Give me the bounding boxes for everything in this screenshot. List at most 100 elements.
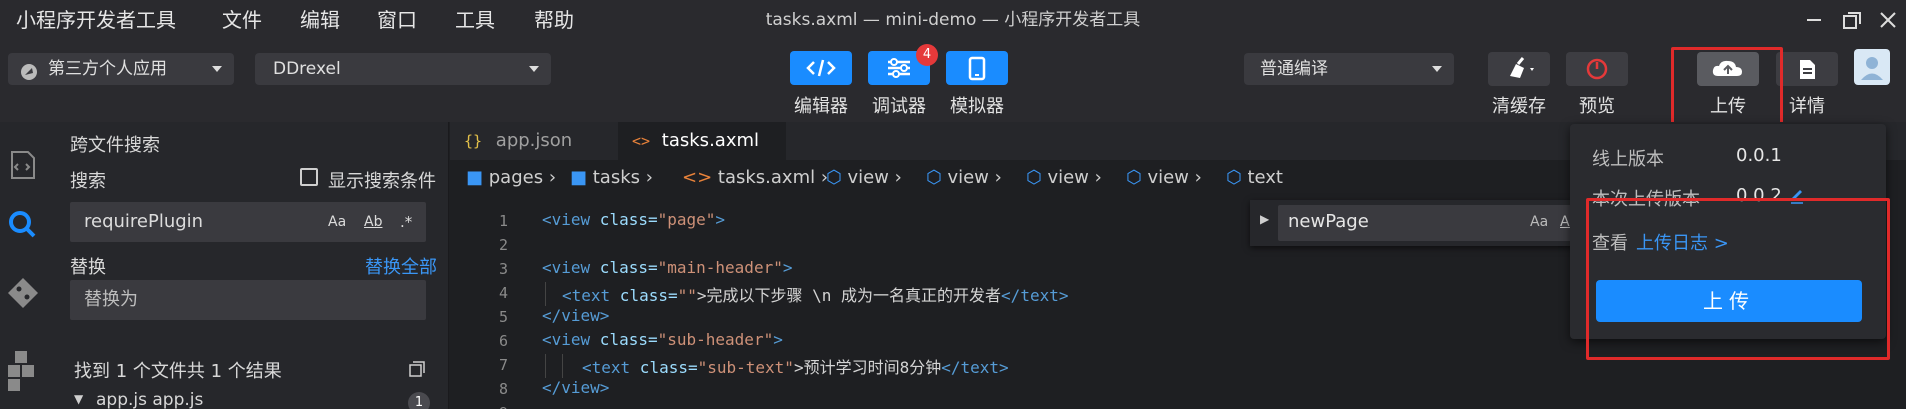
line-number: 7 [498,356,508,374]
breadcrumb-view-1-label: view [847,167,889,188]
breadcrumb-tasks-label: tasks [592,167,641,188]
breadcrumb-view-4[interactable]: ⬡ view › [1126,160,1202,196]
app-type-icon [20,60,38,92]
breadcrumb-pages-label: pages [488,167,544,188]
show-conditions-checkbox[interactable] [300,168,318,186]
search-input[interactable]: requirePlugin Aa Ab .* [70,202,426,242]
json-icon: {} [464,132,483,150]
simulator-button[interactable] [946,51,1008,85]
breadcrumb-view-2[interactable]: ⬡ view › [926,160,1002,196]
line-number: 1 [498,212,508,230]
restore-icon[interactable] [1838,8,1866,32]
indent-guide [562,354,563,378]
tab-tasks-axml[interactable]: <> tasks.axml [618,122,786,160]
upload-highlight-box [1671,47,1783,131]
find-match-case-toggle[interactable]: Aa [1530,214,1548,230]
title-bar: 小程序开发者工具 文件 编辑 窗口 工具 帮助 tasks.axml — min… [0,0,1906,40]
replace-input[interactable]: 替换为 [70,280,426,320]
breadcrumb-view-3-label: view [1047,167,1089,188]
line-number: 6 [498,332,508,350]
code-line-1[interactable]: <view class="page"> [542,210,725,229]
tab-app-json-label: app.json [495,130,573,151]
code-line-5[interactable]: </view> [542,306,609,325]
broom-icon [1510,57,1534,78]
menu-help[interactable]: 帮助 [534,0,574,40]
document-icon [1800,60,1815,79]
account-label: DDrexel [273,59,341,79]
compile-mode-dropdown[interactable]: 普通编译 [1244,53,1454,85]
extensions-icon[interactable] [0,347,46,393]
regex-toggle[interactable]: .* [400,202,412,242]
search-icon[interactable] [0,202,46,248]
breadcrumb-view-1[interactable]: ⬡ view › [826,160,902,196]
tab-app-json[interactable]: {} app.json [450,122,618,160]
line-number: 8 [498,380,508,398]
breadcrumb-tasks[interactable]: ■ tasks › [570,160,653,196]
preview-button[interactable] [1566,52,1628,86]
result-file-row[interactable]: ▼ app.js app.js 1 [70,390,430,409]
line-number: 3 [498,260,508,278]
line-number: 5 [498,308,508,326]
power-icon [1586,58,1608,80]
menu-window[interactable]: 窗口 [377,0,417,40]
user-icon [1861,57,1883,80]
compile-mode-label: 普通编译 [1260,59,1328,79]
avatar[interactable] [1854,49,1890,85]
code-line-7[interactable]: <text class="sub-text">预计学习时间8分钟</text> [582,354,1009,378]
debugger-label: 调试器 [872,96,926,117]
toolbar: 第三方个人应用 DDrexel 编辑器 4 调试器 模拟器 普通编译 清缓存 预… [0,40,1906,122]
online-version-label: 线上版本 [1592,149,1664,170]
collapse-all-icon[interactable] [408,360,426,382]
account-dropdown[interactable]: DDrexel [255,53,551,85]
result-file-name: app.js app.js [96,390,204,409]
breadcrumb-file[interactable]: <> tasks.axml › [682,160,828,196]
editor-label: 编辑器 [794,96,848,117]
source-control-icon[interactable] [0,272,46,318]
app-type-dropdown[interactable]: 第三方个人应用 [8,53,234,85]
match-case-toggle[interactable]: Aa [328,202,346,242]
window-title: tasks.axml — mini-demo — 小程序开发者工具 [765,10,1141,30]
xml-icon: <> [632,132,651,150]
clear-cache-label: 清缓存 [1492,96,1546,117]
search-label: 搜索 [70,171,106,192]
breadcrumb-pages[interactable]: ■ pages › [466,160,556,196]
code-line-3[interactable]: <view class="main-header"> [542,258,792,277]
code-icon [806,59,836,77]
result-summary: 找到 1 个文件共 1 个结果 [74,361,282,382]
find-input[interactable]: newPage Aa Ab [1278,205,1578,241]
search-input-value: requirePlugin [84,211,204,232]
code-line-8[interactable]: </view> [542,378,609,397]
debugger-badge: 4 [916,44,938,66]
breadcrumb-text[interactable]: ⬡ text [1226,160,1283,196]
replace-all-link[interactable]: 替换全部 [365,253,437,279]
simulator-label: 模拟器 [950,96,1004,117]
minimize-icon[interactable] [1800,8,1828,32]
phone-icon [968,56,986,81]
chevron-right-icon[interactable]: ▶ [1260,212,1269,226]
details-button[interactable] [1776,52,1838,86]
replace-placeholder: 替换为 [84,289,138,310]
breadcrumb-view-3[interactable]: ⬡ view › [1026,160,1102,196]
replace-label: 替换 [70,257,106,278]
activity-bar [0,122,46,409]
find-widget: ▶ newPage Aa Ab [1250,200,1580,246]
menu-file[interactable]: 文件 [222,0,262,40]
search-panel: 跨文件搜索 搜索 显示搜索条件 requirePlugin Aa Ab .* 替… [46,122,449,409]
breadcrumb-view-2-label: view [947,167,989,188]
explorer-icon[interactable] [0,142,46,188]
code-line-4[interactable]: <text class="">完成以下步骤 \n 成为一名真正的开发者</tex… [562,282,1068,306]
line-number: 9 [448,404,508,409]
code-line-6[interactable]: <view class="sub-header"> [542,330,783,349]
match-word-toggle[interactable]: Ab [364,202,382,242]
menu-tools[interactable]: 工具 [455,0,495,40]
breadcrumb-view-4-label: view [1147,167,1189,188]
popover-highlight-box [1586,198,1890,360]
indent-guide [545,354,546,378]
preview-label: 预览 [1579,96,1615,117]
editor-button[interactable] [790,51,852,85]
app-name: 小程序开发者工具 [16,8,176,32]
menu-edit[interactable]: 编辑 [300,0,340,40]
clear-cache-button[interactable] [1488,52,1550,86]
close-icon[interactable] [1874,8,1902,32]
online-version-value: 0.0.1 [1736,145,1782,166]
